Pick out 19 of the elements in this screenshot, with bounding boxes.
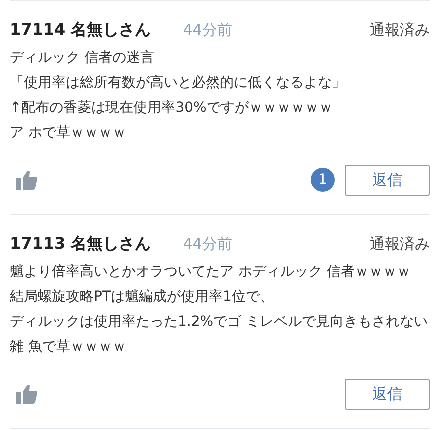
post-text-line: ↑配布の香菱は現在使用率30%ですがｗｗｗｗｗｗ — [10, 99, 334, 118]
reply-button[interactable]: 返信 — [345, 164, 430, 196]
report-status: 通報済み — [370, 235, 430, 254]
reply-button[interactable]: 返信 — [345, 378, 430, 410]
post-time: 44分前 — [183, 21, 232, 40]
post-author: 17113 名無しさん — [10, 234, 152, 255]
post-time: 44分前 — [183, 235, 232, 254]
report-status: 通報済み — [370, 21, 430, 40]
post-text-line: 魈より倍率高いとかオラついてたア ホディルック 信者ｗｗｗｗ — [10, 263, 412, 282]
post-text-line: ディルックは使用率たった1.2%でゴ ミレベルで見向きもされない — [10, 313, 430, 332]
post-text-line: 雑 魚で草ｗｗｗｗ — [10, 338, 128, 357]
post-author: 17114 名無しさん — [10, 20, 152, 41]
post-text-line: ディルック 信者の迷言 — [10, 49, 156, 68]
post-text-line: 「使用率は総所有数が高いと必然的に低くなるよな」 — [10, 74, 347, 93]
reply-count: 1 — [311, 168, 335, 192]
thumbs-up-icon[interactable] — [16, 384, 38, 404]
thumbs-up-icon[interactable] — [16, 170, 38, 190]
post-text-line: 結局螺旋攻略PTは魈編成が使用率1位で、 — [10, 288, 275, 307]
post-text-line: ア ホで草ｗｗｗｗ — [10, 124, 128, 143]
